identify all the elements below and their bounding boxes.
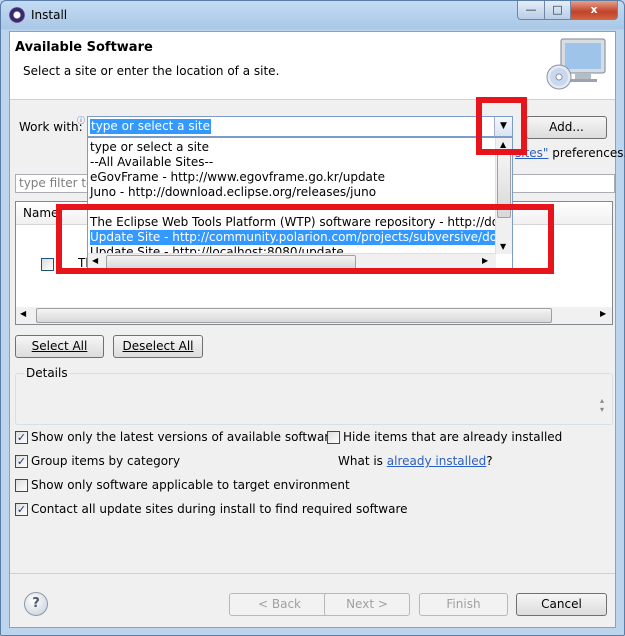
scroll-left-icon[interactable]: ◀ [20, 309, 26, 318]
already-installed-link[interactable]: already installed [387, 454, 487, 468]
dialog-content: Available Software Select a site or ente… [9, 31, 625, 628]
work-with-value[interactable]: type or select a site [90, 119, 212, 134]
latest-versions-checkbox[interactable]: ✓ [15, 431, 28, 444]
dialog-banner: Available Software Select a site or ente… [10, 32, 615, 100]
filter-placeholder: type filter tex [19, 176, 87, 190]
add-button-label: Add... [549, 120, 584, 134]
hide-installed-label[interactable]: Hide items that are already installed [343, 430, 562, 444]
details-label: Details [24, 366, 70, 380]
finish-button[interactable]: Finish [419, 593, 508, 616]
install-monitor-icon [546, 38, 606, 90]
contact-sites-label[interactable]: Contact all update sites during install … [31, 502, 408, 516]
filter-input-right[interactable] [506, 174, 615, 193]
footer-separator [10, 573, 615, 574]
add-button[interactable]: Add... [526, 116, 607, 139]
close-button[interactable]: x [570, 1, 618, 20]
next-button[interactable]: Next > [324, 593, 410, 616]
select-all-label: Select All [31, 339, 88, 353]
hide-installed-checkbox[interactable] [327, 431, 340, 444]
cancel-button[interactable]: Cancel [516, 593, 607, 616]
scroll-right-icon[interactable]: ▶ [600, 309, 606, 318]
preferences-text: sites" preferences. [515, 146, 625, 160]
highlight-box-selection [56, 204, 554, 274]
already-installed-text: What is already installed? [338, 454, 493, 468]
title-bar[interactable]: Install — □ x [1, 1, 624, 29]
tree-row-checkbox[interactable] [41, 258, 54, 271]
deselect-all-label: Deselect All [122, 339, 194, 353]
cancel-label: Cancel [541, 597, 582, 611]
highlight-box-arrow [476, 97, 527, 155]
info-icon: ⓘ [77, 116, 85, 125]
target-env-label[interactable]: Show only software applicable to target … [31, 478, 350, 492]
work-with-label: Work with: [19, 120, 83, 134]
group-by-category-label[interactable]: Group items by category [31, 454, 180, 468]
work-with-combo[interactable]: type or select a site ▼ [87, 116, 513, 137]
tree-scroll-thumb[interactable] [36, 308, 552, 323]
target-env-checkbox[interactable] [15, 479, 28, 492]
column-name[interactable]: Name [23, 206, 58, 220]
tree-horizontal-scrollbar[interactable]: ◀ ▶ [16, 307, 612, 324]
help-icon[interactable]: ? [24, 592, 48, 616]
dropdown-item[interactable]: type or select a site [90, 140, 209, 155]
already-installed-suffix: ? [486, 454, 493, 468]
latest-versions-label[interactable]: Show only the latest versions of availab… [31, 430, 336, 444]
page-subtitle: Select a site or enter the location of a… [23, 64, 280, 78]
window-title: Install [31, 8, 68, 22]
work-with-label-text: Work with: [19, 120, 83, 134]
back-button[interactable]: < Back [229, 593, 330, 616]
page-title: Available Software [15, 40, 153, 55]
contact-sites-checkbox[interactable]: ✓ [15, 503, 28, 516]
deselect-all-button[interactable]: Deselect All [113, 335, 203, 358]
dropdown-item[interactable]: Juno - http://download.eclipse.org/relea… [90, 185, 376, 200]
details-group: Details ▴ ▾ [15, 366, 613, 425]
already-installed-prefix: What is [338, 454, 387, 468]
maximize-button[interactable]: □ [544, 1, 571, 20]
details-scroll-icon[interactable]: ▴ ▾ [600, 396, 604, 414]
finish-label: Finish [446, 597, 481, 611]
minimize-button[interactable]: — [517, 1, 545, 20]
next-label: Next > [346, 597, 388, 611]
select-all-button[interactable]: Select All [15, 335, 104, 358]
eclipse-icon [9, 7, 25, 23]
back-label: < Back [257, 597, 301, 611]
dropdown-item[interactable]: eGovFrame - http://www.egovframe.go.kr/u… [90, 170, 385, 185]
dropdown-item[interactable]: --All Available Sites-- [90, 155, 213, 170]
preferences-label: preferences. [552, 146, 625, 160]
details-text-area [22, 392, 608, 422]
group-by-category-checkbox[interactable]: ✓ [15, 455, 28, 468]
install-window: Install — □ x Available Software Select … [0, 0, 625, 636]
filter-input[interactable]: type filter tex [15, 174, 88, 193]
